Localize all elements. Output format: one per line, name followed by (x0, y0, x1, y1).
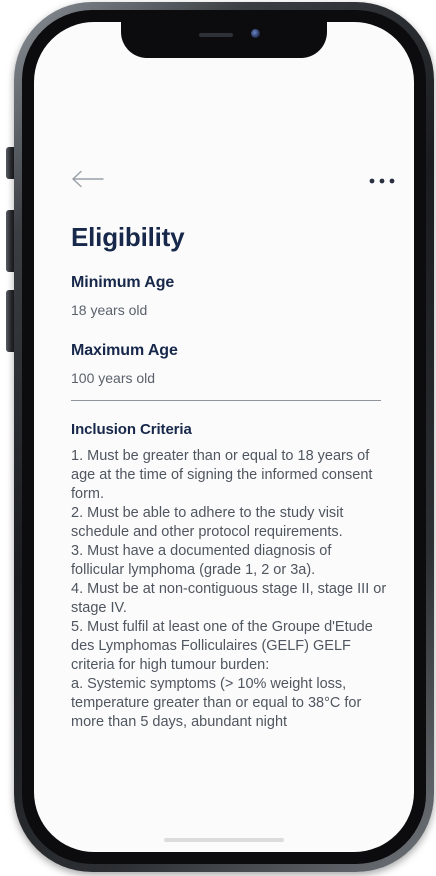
top-bar (71, 162, 395, 206)
more-horizontal-icon[interactable] (369, 178, 395, 184)
inclusion-criteria-label: Inclusion Criteria (71, 421, 192, 438)
home-indicator (164, 838, 284, 842)
phone-screen: Eligibility Minimum Age 18 years old Max… (34, 22, 414, 852)
inclusion-criteria-text[interactable]: 1. Must be greater than or equal to 18 y… (71, 447, 387, 783)
minimum-age-value: 18 years old (71, 302, 148, 318)
maximum-age-label: Maximum Age (71, 342, 178, 359)
notch (121, 22, 327, 58)
speaker-grille (199, 33, 233, 37)
eligibility-screen: Eligibility Minimum Age 18 years old Max… (71, 162, 395, 783)
mute-switch (6, 147, 14, 179)
maximum-age-value: 100 years old (71, 370, 156, 386)
phone-bezel: Eligibility Minimum Age 18 years old Max… (22, 10, 426, 864)
phone-frame: Eligibility Minimum Age 18 years old Max… (14, 2, 434, 872)
section-divider (71, 400, 381, 401)
volume-down-button (6, 290, 14, 352)
camera-icon (251, 29, 260, 38)
device-mockup: Eligibility Minimum Age 18 years old Max… (0, 0, 436, 876)
page-title: Eligibility (71, 222, 185, 252)
volume-up-button (6, 210, 14, 272)
minimum-age-label: Minimum Age (71, 274, 175, 291)
arrow-left-icon[interactable] (71, 170, 105, 188)
